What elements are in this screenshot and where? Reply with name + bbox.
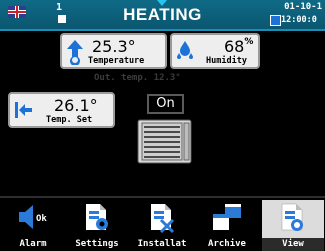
- alarm-badge: Ok: [36, 214, 47, 224]
- nav-divider: [0, 196, 325, 198]
- temperature-panel[interactable]: 25.3° Temperature: [60, 33, 167, 69]
- humidity-label: Humidity: [206, 56, 247, 66]
- outside-temperature: Out. temp. 12.3°: [94, 73, 181, 83]
- nav-settings-label: Settings: [66, 238, 128, 251]
- view-doc-icon: [281, 203, 303, 231]
- temperature-label: Temperature: [88, 56, 145, 66]
- humidity-number: 68: [224, 37, 245, 56]
- time-text: 12:00:0: [281, 15, 317, 25]
- nav-alarm-button[interactable]: Ok Alarm: [2, 200, 64, 251]
- arrow-left-icon: [15, 102, 32, 118]
- heater-status[interactable]: On: [147, 94, 184, 114]
- installation-doc-icon: [151, 204, 175, 234]
- datetime-display[interactable]: 01-10-1 12:00:0: [266, 2, 324, 28]
- heater-icon[interactable]: [137, 117, 192, 165]
- nav-view-label: View: [262, 238, 324, 251]
- settings-doc-icon: [86, 204, 108, 230]
- temp-set-label: Temp. Set: [46, 115, 93, 125]
- nav-installation-button[interactable]: Installat: [131, 200, 193, 251]
- clock-icon: [270, 15, 281, 26]
- menu-pointer-icon: [157, 0, 167, 6]
- nav-archive-label: Archive: [196, 238, 258, 251]
- nav-archive-button[interactable]: Archive: [196, 200, 258, 251]
- temperature-value: 25.3°: [92, 37, 136, 56]
- thermometer-up-icon: [67, 40, 83, 65]
- temp-set-value: 26.1°: [54, 96, 98, 115]
- alarm-ok-icon: Ok: [19, 205, 47, 229]
- temp-set-panel[interactable]: 26.1° Temp. Set: [8, 92, 115, 128]
- nav-settings-button[interactable]: Settings: [66, 200, 128, 251]
- humidity-panel[interactable]: 68% Humidity: [170, 33, 260, 69]
- nav-installation-label: Installat: [131, 238, 193, 251]
- date-text: 01-10-1: [284, 2, 322, 12]
- humidity-unit: %: [244, 37, 254, 47]
- archive-windows-icon: [213, 204, 241, 230]
- hmi-screen: 1 HEATING 01-10-1 12:00:0 25.3° Temperat…: [0, 0, 325, 251]
- humidity-value: 68%: [224, 37, 253, 56]
- nav-alarm-label: Alarm: [2, 238, 64, 251]
- nav-view-button[interactable]: View: [262, 200, 324, 251]
- water-drops-icon: [177, 41, 193, 59]
